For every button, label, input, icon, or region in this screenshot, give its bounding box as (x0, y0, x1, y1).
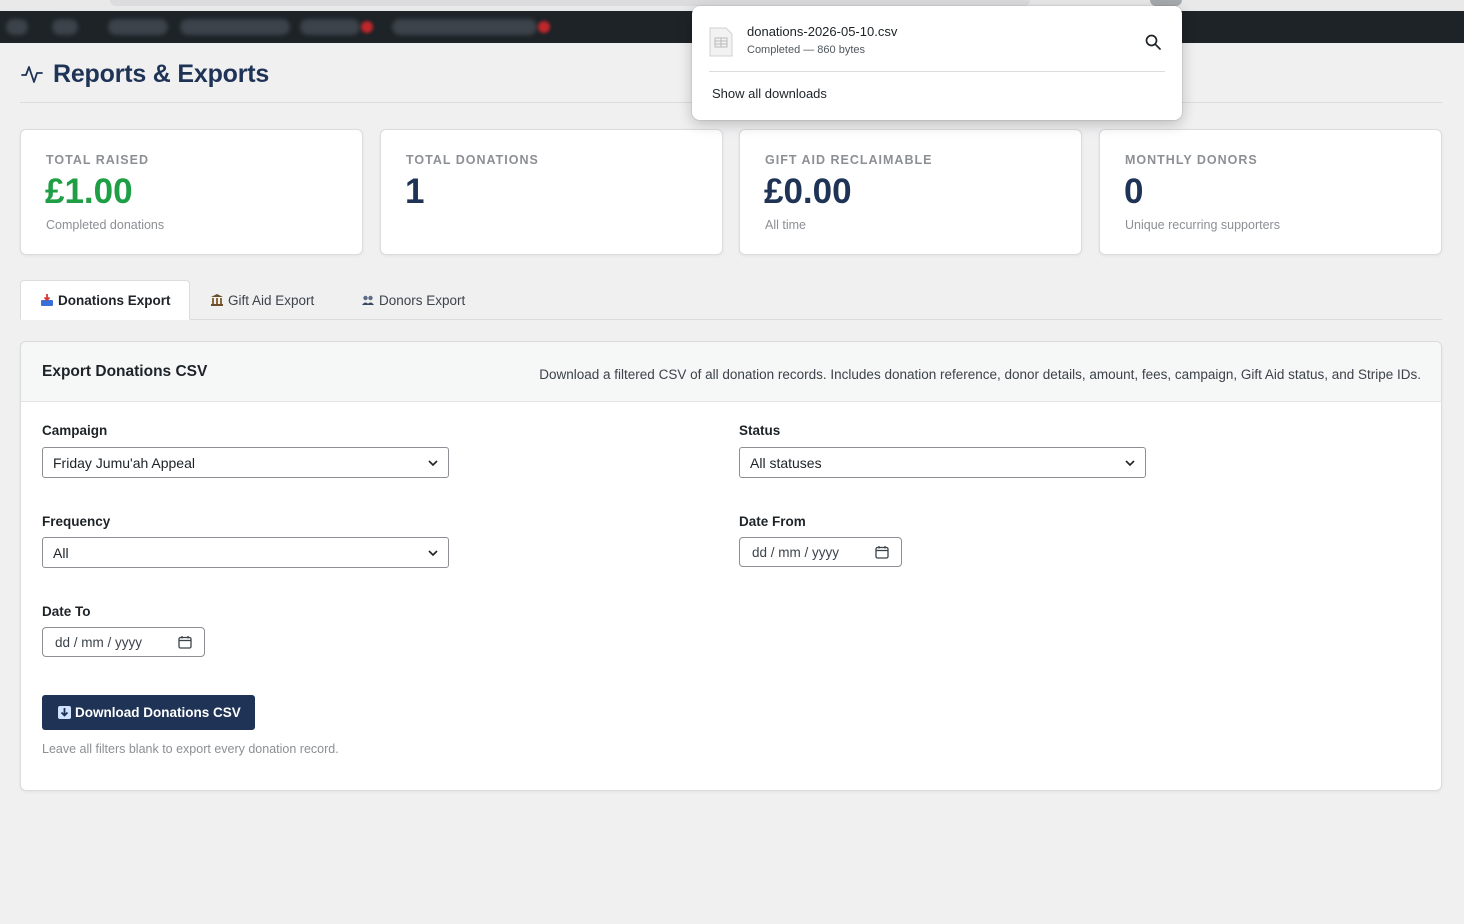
stat-label: MONTHLY DONORS (1125, 153, 1258, 167)
stat-card-total-raised: TOTAL RAISED £1.00 Completed donations (20, 129, 363, 255)
campaign-select[interactable]: Friday Jumu'ah Appeal (42, 447, 449, 478)
chevron-down-icon (1125, 460, 1135, 467)
date-to-label: Date To (42, 604, 91, 619)
admin-bar-item[interactable] (180, 19, 290, 35)
panel-header: Export Donations CSV Download a filtered… (21, 342, 1441, 402)
download-arrow-icon (58, 706, 71, 719)
popup-divider (709, 71, 1165, 72)
download-button-label: Download Donations CSV (75, 705, 241, 720)
panel-description: Download a filtered CSV of all donation … (539, 367, 1421, 382)
stat-value: £1.00 (45, 172, 133, 211)
people-icon (361, 293, 375, 307)
tab-donations-export[interactable]: Donations Export (20, 280, 190, 320)
date-from-label: Date From (739, 514, 806, 529)
export-donations-panel: Export Donations CSV Download a filtered… (20, 341, 1442, 791)
export-hint-text: Leave all filters blank to export every … (42, 742, 339, 756)
date-to-input[interactable]: dd / mm / yyyy (42, 627, 205, 657)
stat-subtext: Completed donations (46, 218, 165, 232)
stat-value: 1 (405, 172, 425, 211)
campaign-select-value: Friday Jumu'ah Appeal (53, 454, 195, 471)
page-title: Reports & Exports (53, 60, 270, 88)
admin-bar-item[interactable] (52, 19, 78, 35)
stat-label: TOTAL DONATIONS (406, 153, 539, 167)
download-donations-csv-button[interactable]: Download Donations CSV (42, 695, 255, 730)
date-from-placeholder: dd / mm / yyyy (752, 544, 840, 560)
date-to-placeholder: dd / mm / yyyy (55, 634, 143, 650)
stat-value: £0.00 (764, 172, 852, 211)
activity-pulse-icon (21, 66, 43, 83)
stat-label: GIFT AID RECLAIMABLE (765, 153, 933, 167)
inbox-tray-icon (40, 293, 54, 307)
stat-subtext: All time (765, 218, 806, 232)
stat-card-monthly-donors: MONTHLY DONORS 0 Unique recurring suppor… (1099, 129, 1442, 255)
admin-bar-notification-badge (361, 21, 373, 33)
frequency-select[interactable]: All (42, 537, 449, 568)
frequency-label: Frequency (42, 514, 111, 529)
status-select[interactable]: All statuses (739, 447, 1146, 478)
admin-bar-item[interactable] (300, 19, 360, 35)
status-label: Status (739, 423, 781, 438)
csv-file-icon (709, 27, 733, 57)
download-filename[interactable]: donations-2026-05-10.csv (747, 24, 897, 39)
admin-bar-item[interactable] (392, 19, 537, 35)
calendar-icon[interactable] (178, 635, 192, 649)
tab-donors-export[interactable]: Donors Export (361, 280, 465, 320)
status-select-value: All statuses (750, 454, 822, 471)
download-status: Completed — 860 bytes (747, 44, 866, 56)
stat-card-total-donations: TOTAL DONATIONS 1 (380, 129, 723, 255)
bank-icon (210, 293, 224, 307)
stat-subtext: Unique recurring supporters (1125, 218, 1280, 232)
tab-gift-aid-export[interactable]: Gift Aid Export (210, 280, 314, 320)
stat-label: TOTAL RAISED (46, 153, 149, 167)
frequency-select-value: All (53, 544, 69, 561)
show-in-folder-search-icon[interactable] (1144, 33, 1162, 51)
download-popup: donations-2026-05-10.csv Completed — 860… (692, 6, 1182, 120)
show-all-downloads-link[interactable]: Show all downloads (712, 86, 827, 101)
admin-bar-logo-icon[interactable] (6, 19, 28, 35)
campaign-label: Campaign (42, 423, 108, 438)
date-from-input[interactable]: dd / mm / yyyy (739, 537, 902, 567)
admin-bar-item[interactable] (108, 19, 168, 35)
stat-card-gift-aid: GIFT AID RECLAIMABLE £0.00 All time (739, 129, 1082, 255)
tab-label: Donors Export (379, 292, 466, 308)
calendar-icon[interactable] (875, 545, 889, 559)
tab-label: Gift Aid Export (228, 292, 315, 308)
stat-value: 0 (1124, 172, 1144, 211)
tab-label: Donations Export (58, 292, 171, 308)
chevron-down-icon (428, 460, 438, 467)
export-tabs: Donations Export Gift Aid Export Donors … (20, 280, 1442, 320)
chevron-down-icon (428, 550, 438, 557)
panel-title: Export Donations CSV (42, 363, 208, 380)
admin-bar-notification-badge (538, 21, 550, 33)
